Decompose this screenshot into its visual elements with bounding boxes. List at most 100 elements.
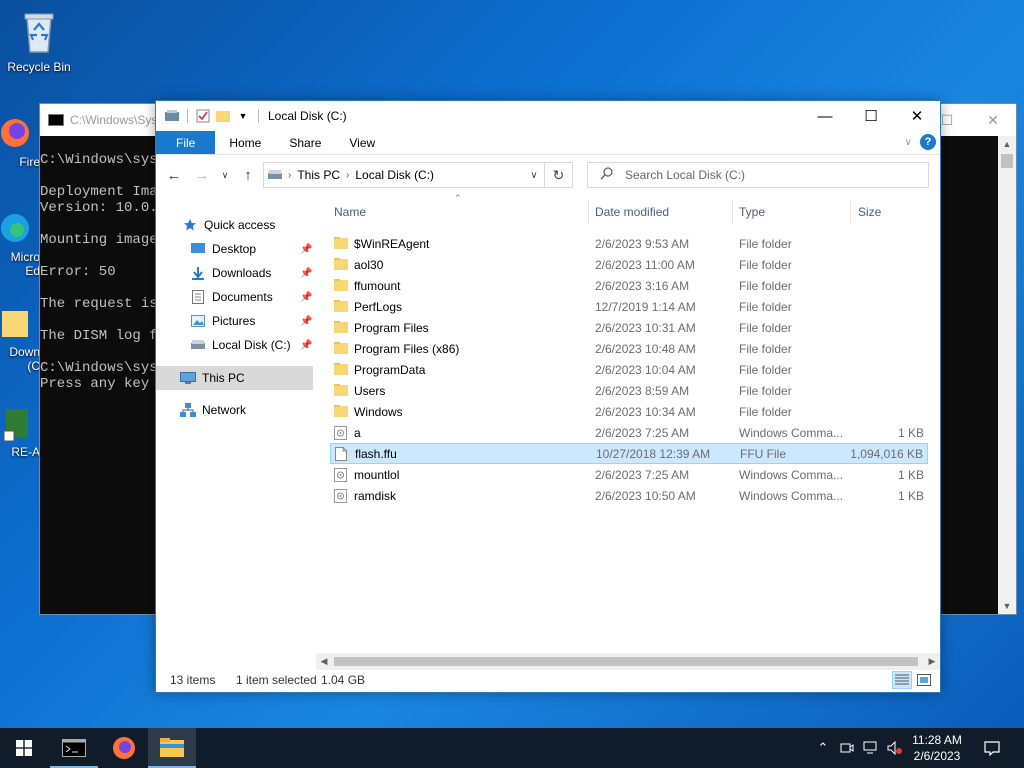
scroll-down-icon[interactable]: ▼ xyxy=(998,598,1016,614)
sidebar-item-documents[interactable]: Documents 📌 xyxy=(190,285,312,309)
file-row[interactable]: a 2/6/2023 7:25 AM Windows Comma... 1 KB xyxy=(330,422,928,443)
start-button[interactable] xyxy=(0,728,48,768)
tab-file[interactable]: File xyxy=(156,131,216,154)
file-name: Users xyxy=(334,383,385,398)
file-date: 2/6/2023 7:25 AM xyxy=(595,467,690,482)
folder-icon xyxy=(334,341,348,356)
column-divider[interactable] xyxy=(732,200,733,224)
file-size: 1 KB xyxy=(897,467,924,482)
new-folder-icon[interactable] xyxy=(215,108,231,124)
console-scrollbar[interactable]: ▲ ▼ xyxy=(998,136,1016,614)
taskbar-command-prompt[interactable] xyxy=(50,728,98,768)
file-row[interactable]: Users 2/6/2023 8:59 AM File folder xyxy=(330,380,928,401)
file-row[interactable]: Program Files 2/6/2023 10:31 AM File folde… xyxy=(330,317,928,338)
file-date: 2/6/2023 10:48 AM xyxy=(595,341,696,356)
tab-share[interactable]: Share xyxy=(275,131,335,154)
file-row[interactable]: flash.ffu 10/27/2018 12:39 AM FFU File 1,09… xyxy=(330,443,928,464)
file-row[interactable]: ramdisk 2/6/2023 10:50 AM Windows Comma...… xyxy=(330,485,928,506)
tab-home[interactable]: Home xyxy=(215,131,275,154)
desktop-icon-edge[interactable]: Micro Ed xyxy=(0,210,40,278)
minimize-button[interactable]: — xyxy=(802,101,848,131)
file-row[interactable]: ffumount 2/6/2023 3:16 AM File folder xyxy=(330,275,928,296)
pin-icon: 📌 xyxy=(300,339,313,351)
taskbar-file-explorer[interactable] xyxy=(148,728,196,768)
close-button[interactable]: ✕ xyxy=(894,101,940,131)
document-icon xyxy=(190,289,206,305)
sidebar-item-quick-access[interactable]: Quick access xyxy=(182,213,312,237)
file-date: 2/6/2023 10:34 AM xyxy=(595,404,696,419)
customize-toolbar-chevron-icon[interactable]: ▼ xyxy=(235,108,251,124)
file-row[interactable]: $WinREAgent 2/6/2023 9:53 AM File folder xyxy=(330,233,928,254)
column-header-type[interactable]: Type xyxy=(739,200,765,224)
search-input[interactable]: Search Local Disk (C:) xyxy=(625,168,745,182)
desktop-icon-label: Ed xyxy=(25,264,40,278)
show-hidden-icons-button[interactable]: ⌃ xyxy=(812,728,834,768)
download-icon xyxy=(190,265,206,281)
file-date: 2/6/2023 10:31 AM xyxy=(595,320,696,335)
file-type: File folder xyxy=(739,320,792,335)
help-icon[interactable]: ? xyxy=(920,134,936,150)
scroll-up-icon[interactable]: ▲ xyxy=(998,136,1016,152)
window-title: Local Disk (C:) xyxy=(268,109,347,123)
desktop-icon-firefox[interactable]: Fire xyxy=(0,115,40,169)
file-row[interactable]: Windows 2/6/2023 10:34 AM File folder xyxy=(330,401,928,422)
sidebar-item-label: Quick access xyxy=(204,218,276,232)
large-icons-view-icon[interactable] xyxy=(914,671,934,689)
folder-icon xyxy=(334,257,348,272)
console-close-button[interactable]: ✕ xyxy=(970,104,1016,136)
firefox-icon xyxy=(113,737,135,759)
sidebar-item-desktop[interactable]: Desktop 📌 xyxy=(190,237,312,261)
column-divider[interactable] xyxy=(588,200,589,224)
file-explorer-window[interactable]: ▼ Local Disk (C:) — ☐ ✕ File Home Share … xyxy=(155,100,941,693)
taskbar-firefox[interactable] xyxy=(100,728,148,768)
settings-file-icon xyxy=(334,467,348,482)
pin-icon: 📌 xyxy=(300,267,313,279)
folder-icon xyxy=(334,362,348,377)
file-row[interactable]: PerfLogs 12/7/2019 1:14 AM File folder xyxy=(330,296,928,317)
search-box[interactable]: Search Local Disk (C:) xyxy=(587,162,929,188)
explorer-titlebar[interactable]: ▼ Local Disk (C:) — ☐ ✕ xyxy=(156,101,940,131)
file-date: 12/7/2019 1:14 AM xyxy=(595,299,696,314)
file-row[interactable]: mountlol 2/6/2023 7:25 AM Windows Comma...… xyxy=(330,464,928,485)
file-name-text: ramdisk xyxy=(354,488,397,503)
address-bar[interactable]: › This PC › Local Disk (C:) ∨ ↻ xyxy=(263,162,573,188)
sidebar-item-network[interactable]: Network xyxy=(180,398,312,422)
column-header-name[interactable]: Name xyxy=(334,200,366,224)
drive-icon xyxy=(268,170,282,180)
sidebar-item-this-pc[interactable]: This PC xyxy=(156,366,313,390)
network-status-icon[interactable] xyxy=(860,728,882,768)
breadcrumb-local-disk[interactable]: Local Disk (C:) xyxy=(355,168,434,182)
breadcrumb-this-pc[interactable]: This PC xyxy=(297,168,340,182)
desktop-icon-downloads[interactable]: Down (C xyxy=(0,305,40,373)
refresh-button[interactable]: ↻ xyxy=(544,163,572,187)
forward-button[interactable]: → xyxy=(190,163,214,187)
address-dropdown-icon[interactable]: ∨ xyxy=(524,163,544,187)
expand-ribbon-chevron-icon[interactable]: ∨ xyxy=(905,137,912,148)
system-clock[interactable]: 11:28 AM 2/6/2023 xyxy=(902,732,972,764)
sidebar-item-label: Pictures xyxy=(212,314,256,328)
details-view-icon[interactable] xyxy=(892,671,912,689)
scrollbar-thumb[interactable] xyxy=(334,657,918,666)
tab-view[interactable]: View xyxy=(335,131,389,154)
file-row[interactable]: Program Files (x86) 2/6/2023 10:48 AM File… xyxy=(330,338,928,359)
up-button[interactable]: ↑ xyxy=(236,163,260,187)
desktop-icon-recycle-bin[interactable]: Recycle Bin xyxy=(1,8,77,74)
properties-icon[interactable] xyxy=(195,108,211,124)
column-header-date[interactable]: Date modified xyxy=(595,200,669,224)
file-name: ProgramData xyxy=(334,362,425,377)
meeting-icon[interactable] xyxy=(836,728,858,768)
column-header-size[interactable]: Size xyxy=(858,200,881,224)
sidebar-item-downloads[interactable]: Downloads 📌 xyxy=(190,261,312,285)
notification-center-icon[interactable] xyxy=(980,728,1004,768)
maximize-button[interactable]: ☐ xyxy=(848,101,894,131)
scrollbar-thumb[interactable] xyxy=(1001,154,1013,168)
column-divider[interactable] xyxy=(850,200,851,224)
file-type: File folder xyxy=(739,404,792,419)
desktop-icon-re-agent[interactable]: RE-A xyxy=(0,405,40,459)
sidebar-item-local-disk[interactable]: Local Disk (C:) 📌 xyxy=(190,333,312,357)
file-row[interactable]: aol30 2/6/2023 11:00 AM File folder xyxy=(330,254,928,275)
file-row[interactable]: ProgramData 2/6/2023 10:04 AM File folder xyxy=(330,359,928,380)
back-button[interactable]: ← xyxy=(162,163,186,187)
recent-locations-chevron-icon[interactable]: ∨ xyxy=(218,163,232,187)
sidebar-item-pictures[interactable]: Pictures 📌 xyxy=(190,309,312,333)
